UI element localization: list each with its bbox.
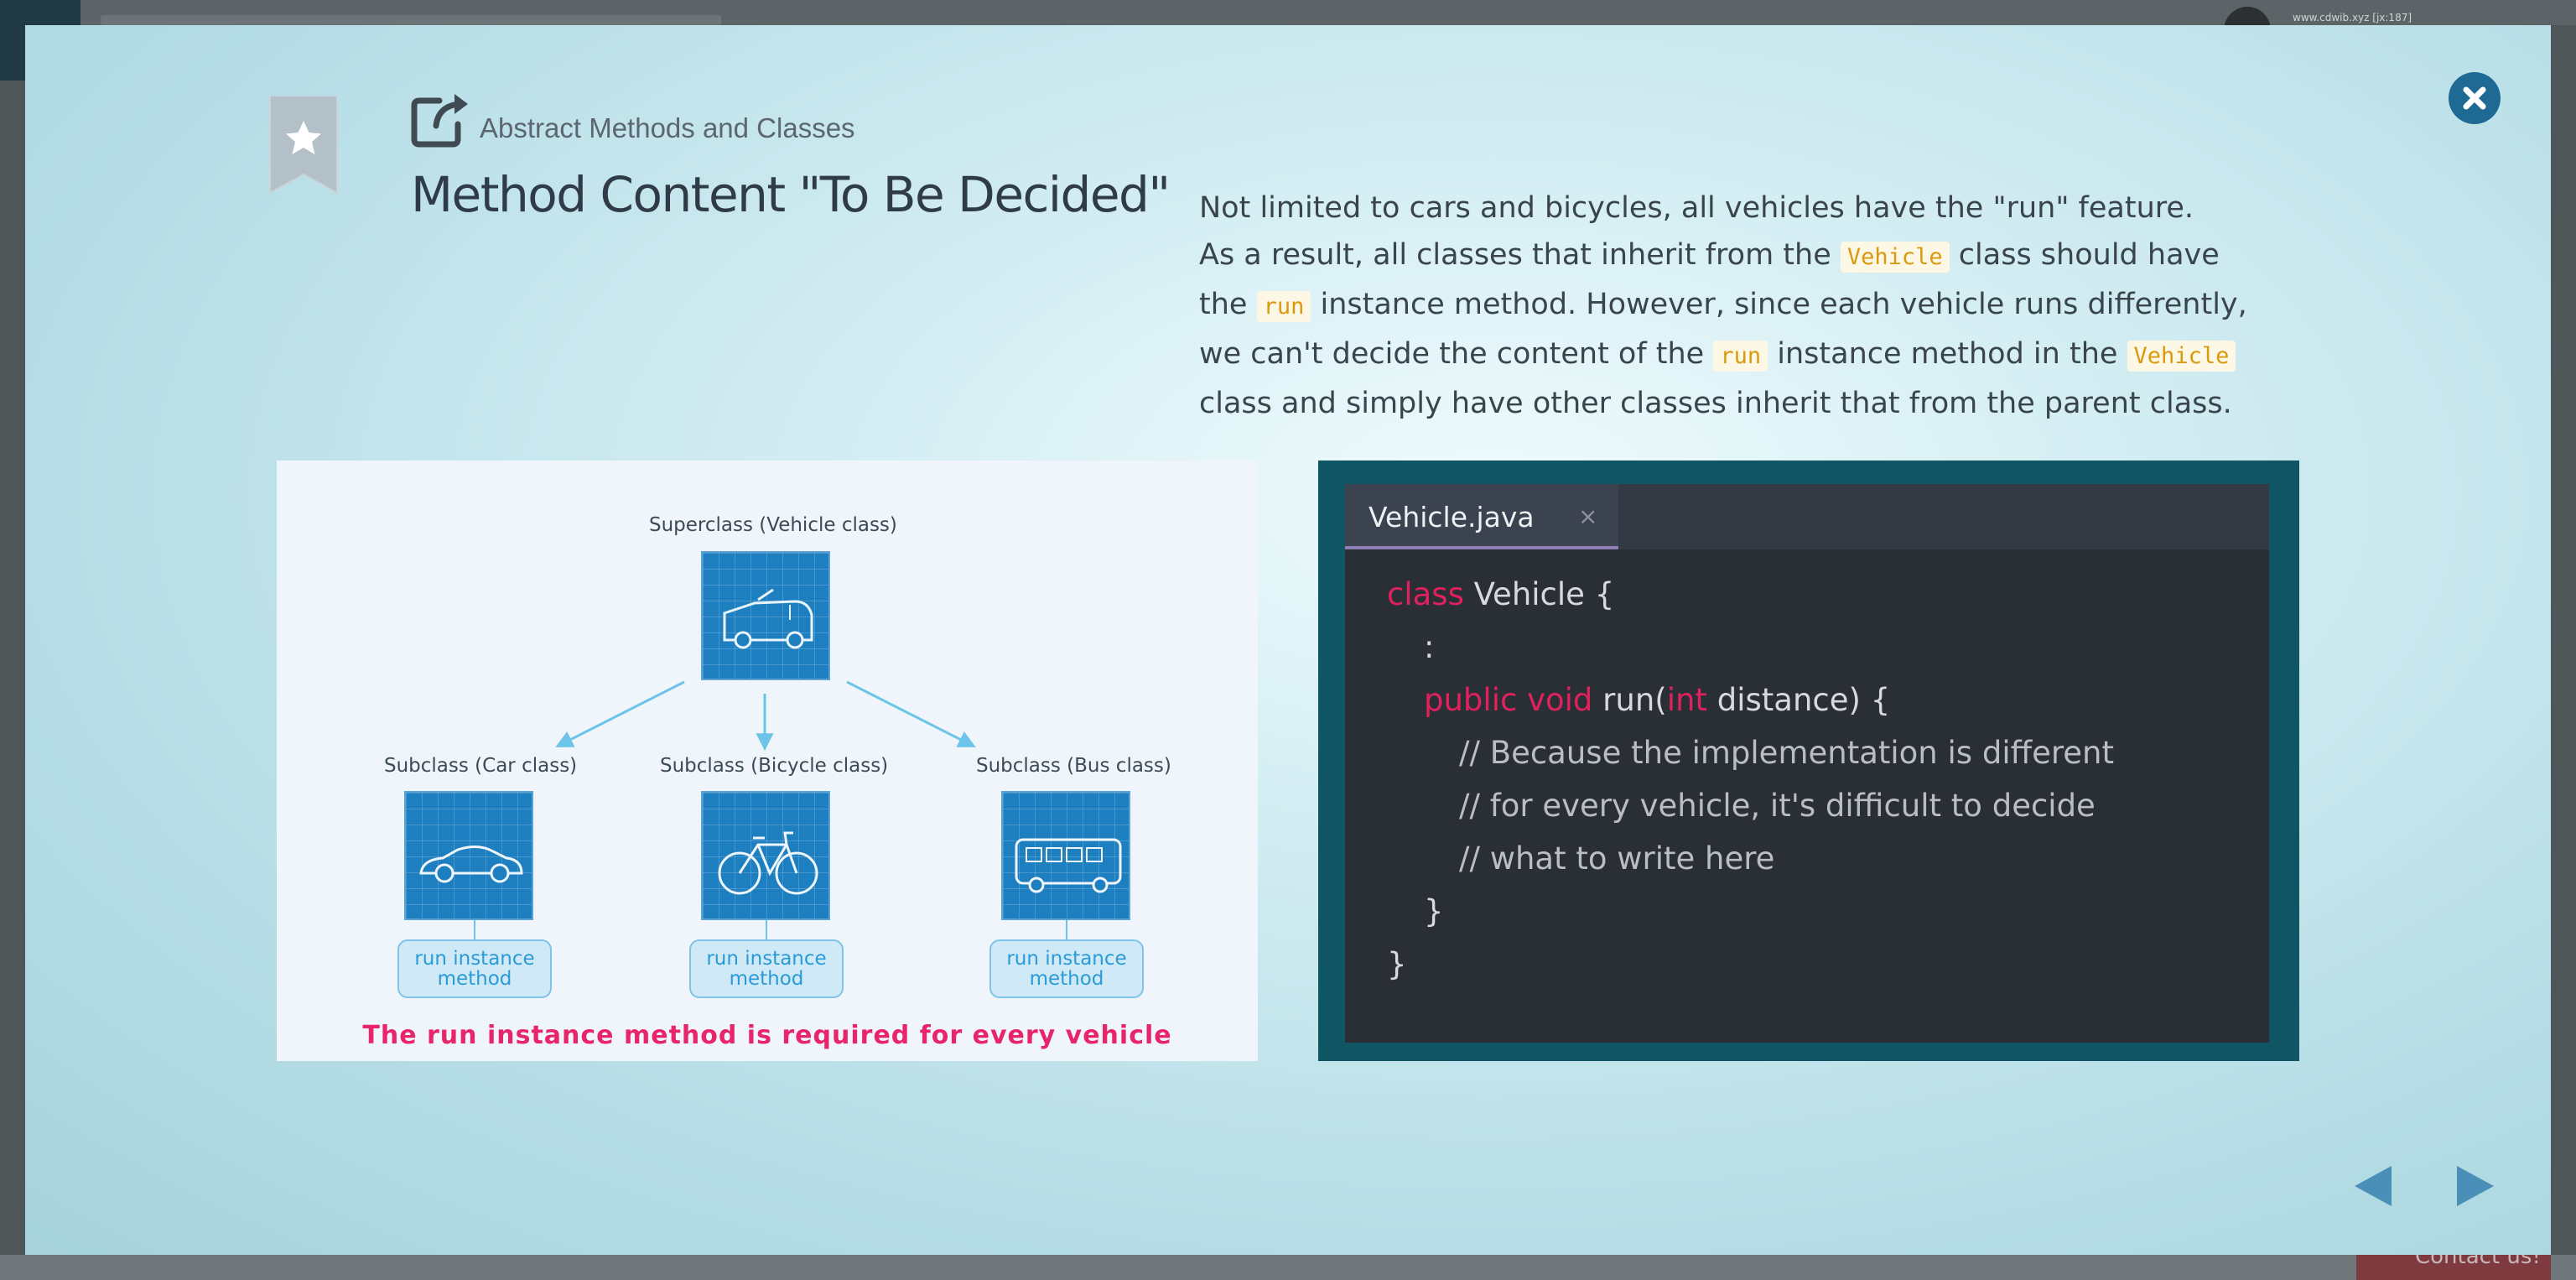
code-line: class Vehicle { xyxy=(1387,576,1615,612)
code-line: } xyxy=(1424,893,1444,929)
bus-box xyxy=(1001,791,1130,920)
editor-tab-bar: Vehicle.java × xyxy=(1345,484,2269,549)
bookmark-star-icon xyxy=(269,95,338,195)
description-line: Not limited to cars and bicycles, all ve… xyxy=(1199,191,2194,225)
page-title: Method Content "To Be Decided" xyxy=(411,166,1171,223)
code-comment: // Because the implementation is differe… xyxy=(1459,735,2114,771)
car-icon xyxy=(419,846,523,883)
description-text: As a result, all classes that inherit fr… xyxy=(1199,238,1841,272)
method-badge-car: run instance method xyxy=(397,939,552,998)
code-panel: Vehicle.java × class Vehicle { : public … xyxy=(1318,460,2299,1061)
method-badge-bicycle: run instance method xyxy=(689,939,844,998)
next-arrow-icon[interactable] xyxy=(2455,1164,2496,1208)
tab-label: Vehicle.java xyxy=(1368,501,1535,533)
close-icon xyxy=(2463,86,2486,110)
diagram-caption: The run instance method is required for … xyxy=(362,1021,1172,1050)
background-search-bar xyxy=(101,15,721,25)
description-text: class should have xyxy=(1949,238,2220,272)
close-button[interactable] xyxy=(2449,72,2501,124)
description-text: instance method. However, since each veh… xyxy=(1311,288,2247,321)
description-text: instance method in the xyxy=(1768,337,2127,371)
inline-code: Vehicle xyxy=(2127,341,2236,372)
description-line: class and simply have other classes inhe… xyxy=(1199,387,2232,420)
background-user-email: www.cdwib.xyz [jx:187] xyxy=(2293,12,2412,23)
background-footer xyxy=(0,1255,2576,1280)
tab-vehicle-java[interactable]: Vehicle.java × xyxy=(1345,484,1618,549)
description-text: we can't decide the content of the xyxy=(1199,337,1714,371)
subclass-label-car: Subclass (Car class) xyxy=(384,755,578,777)
superclass-label: Superclass (Vehicle class) xyxy=(649,514,897,536)
inline-code: Vehicle xyxy=(1840,242,1950,273)
code-line: } xyxy=(1387,946,1407,982)
lesson-modal: Abstract Methods and Classes Method Cont… xyxy=(25,25,2551,1255)
breadcrumb: Abstract Methods and Classes xyxy=(480,112,855,143)
bus-icon xyxy=(1015,838,1122,893)
inline-code: run xyxy=(1713,341,1768,372)
code-line: : xyxy=(1424,629,1435,665)
code-line: public void run(int distance) { xyxy=(1424,682,1891,718)
vehicle-outline-icon xyxy=(723,588,813,649)
code-block: class Vehicle { : public void run(int di… xyxy=(1387,576,2114,999)
bicycle-box xyxy=(701,791,830,920)
bookmark-button[interactable] xyxy=(268,95,339,195)
description-text: the xyxy=(1199,288,1257,321)
inline-code: run xyxy=(1256,291,1311,322)
bicycle-icon xyxy=(718,831,818,895)
car-box xyxy=(404,791,533,920)
tab-close-icon[interactable]: × xyxy=(1578,502,1597,530)
subclass-label-bicycle: Subclass (Bicycle class) xyxy=(660,755,889,777)
code-editor: Vehicle.java × class Vehicle { : public … xyxy=(1345,484,2269,1043)
subclass-label-bus: Subclass (Bus class) xyxy=(976,755,1171,777)
inheritance-diagram: Superclass (Vehicle class) Subclass (Car… xyxy=(277,460,1258,1061)
method-badge-bus: run instance method xyxy=(989,939,1144,998)
external-link-icon[interactable] xyxy=(411,91,473,151)
vehicle-box xyxy=(701,551,830,680)
code-comment: // what to write here xyxy=(1459,840,1775,877)
prev-arrow-icon[interactable] xyxy=(2353,1164,2393,1208)
lesson-description: Not limited to cars and bicycles, all ve… xyxy=(1199,185,2289,427)
code-comment: // for every vehicle, it's difficult to … xyxy=(1459,788,2096,824)
